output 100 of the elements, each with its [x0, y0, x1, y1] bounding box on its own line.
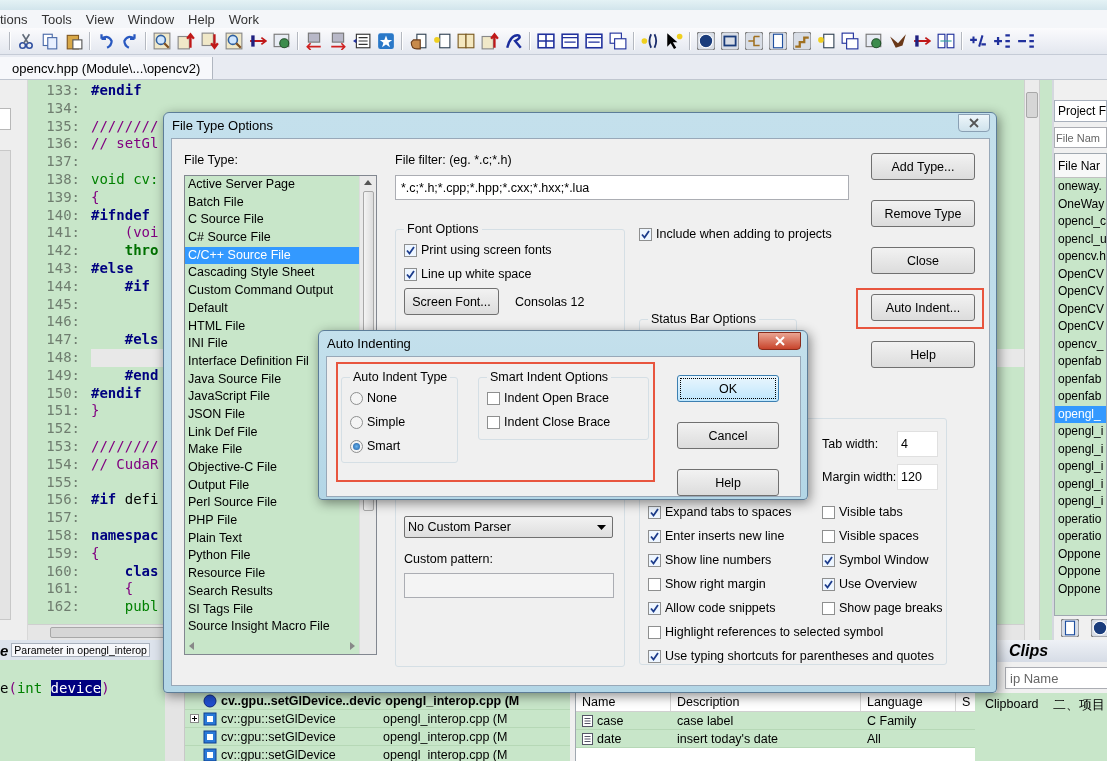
dialog-button[interactable]: Add Type... — [871, 153, 975, 180]
menu-item[interactable]: tions — [0, 11, 28, 27]
document-icon[interactable] — [769, 32, 787, 50]
checkbox[interactable] — [648, 553, 661, 567]
file-item[interactable]: OneWay — [1055, 195, 1106, 213]
clipboard-icon[interactable] — [65, 32, 83, 50]
file-item[interactable]: openfab — [1055, 353, 1106, 371]
checkbox[interactable] — [822, 529, 835, 543]
symbol-name[interactable]: cv::gpu::setGlDevice — [221, 747, 379, 761]
list-item[interactable]: C# Source File — [185, 229, 359, 247]
checkbox[interactable] — [822, 601, 835, 615]
checkbox[interactable] — [404, 243, 417, 257]
plus-list-icon[interactable] — [993, 32, 1011, 50]
file-item[interactable]: Oppone — [1055, 545, 1106, 563]
file-item[interactable]: opencv.h — [1055, 248, 1106, 266]
circle-icon[interactable] — [1091, 619, 1107, 637]
scrollbar[interactable] — [0, 150, 11, 620]
stairs-icon[interactable] — [793, 32, 811, 50]
windows-icon[interactable] — [841, 32, 859, 50]
dialog-button[interactable]: Remove Type — [871, 200, 975, 227]
list-item[interactable]: Default — [185, 299, 359, 318]
file-item[interactable]: OpenCV — [1055, 283, 1106, 301]
clip-name[interactable]: Clipboard — [985, 697, 1053, 761]
list-item[interactable]: Perl Source File — [185, 494, 359, 513]
file-item[interactable]: openfab — [1055, 388, 1106, 406]
dialog-button[interactable]: OK — [677, 375, 779, 402]
redo-icon[interactable] — [121, 32, 139, 50]
window-icon[interactable] — [561, 32, 579, 50]
panel-tab[interactable]: Parameter in opengl_interop — [11, 643, 150, 657]
menu-item[interactable]: Work — [228, 11, 259, 27]
file-item[interactable]: operatio — [1055, 528, 1106, 546]
scrollbar[interactable] — [165, 692, 185, 761]
file-item[interactable]: Oppone — [1055, 580, 1106, 598]
star-icon[interactable] — [377, 32, 395, 50]
margin-width-field[interactable]: 120 — [897, 464, 938, 490]
menu-item[interactable]: Window — [127, 11, 175, 27]
window-icon[interactable] — [585, 32, 603, 50]
radio-button[interactable] — [350, 415, 363, 429]
menu-item[interactable]: View — [85, 11, 114, 27]
tab-width-field[interactable]: 4 — [897, 431, 938, 457]
file-item[interactable]: opengl_i — [1055, 458, 1106, 476]
checkbox[interactable] — [822, 505, 835, 519]
checkbox[interactable] — [648, 601, 661, 615]
filter-field[interactable]: *.c;*.h;*.cpp;*.hpp;*.cxx;*.hxx;*.lua — [395, 175, 849, 200]
page-up-icon[interactable] — [177, 32, 195, 50]
grid-icon[interactable] — [537, 32, 555, 50]
checkbox[interactable] — [648, 529, 661, 543]
search-field[interactable]: File Nam — [1054, 127, 1107, 148]
dialog-button[interactable]: Close — [871, 247, 975, 274]
radio-button[interactable] — [350, 391, 363, 405]
list-item[interactable]: SI Tags File — [185, 600, 359, 619]
frame-icon[interactable] — [721, 32, 739, 50]
file-item[interactable]: opencl_u — [1055, 230, 1106, 248]
book-icon[interactable] — [457, 32, 475, 50]
list-item[interactable]: Cascading Style Sheet — [185, 264, 359, 283]
checkbox[interactable] — [404, 267, 417, 281]
file-item[interactable]: OpenCV — [1055, 265, 1106, 283]
file-item[interactable]: operatio — [1055, 510, 1106, 528]
pointer-icon[interactable] — [665, 32, 683, 50]
list-item[interactable]: Source Insight Macro File — [185, 618, 359, 636]
checkbox[interactable] — [822, 577, 835, 591]
checkbox[interactable] — [487, 391, 500, 405]
checkbox[interactable] — [487, 415, 500, 429]
file-item[interactable]: opencl_c — [1055, 213, 1106, 231]
scrollbar[interactable] — [1024, 80, 1040, 640]
curve-icon[interactable] — [505, 32, 523, 50]
columns-icon[interactable] — [937, 32, 955, 50]
dialog-button[interactable]: Auto Indent... — [871, 294, 975, 321]
left-arrow-icon[interactable] — [189, 641, 195, 650]
symbol-name[interactable]: cv::gpu::setGlDevice — [221, 711, 379, 726]
dialog-button[interactable]: Help — [677, 469, 779, 496]
file-item[interactable]: opengl_i — [1055, 475, 1106, 493]
checkbox[interactable] — [822, 553, 835, 567]
close-button[interactable] — [758, 332, 801, 350]
list-item[interactable]: C Source File — [185, 211, 359, 230]
right-arrow-icon[interactable] — [349, 641, 355, 650]
list-item[interactable]: Active Server Page — [185, 176, 359, 194]
checkbox[interactable] — [648, 625, 661, 639]
list-item[interactable]: Search Results — [185, 582, 359, 601]
radio-button[interactable] — [350, 439, 363, 453]
checkbox[interactable] — [639, 227, 652, 241]
pages-icon[interactable] — [41, 32, 59, 50]
list-item[interactable]: PHP File — [185, 512, 359, 530]
file-item[interactable]: OpenCV — [1055, 318, 1106, 336]
checkbox[interactable] — [648, 505, 661, 519]
menu-item[interactable]: Help — [188, 11, 215, 27]
symbol-name[interactable]: cv::gpu::setGlDevice — [221, 729, 379, 744]
magnifier-icon[interactable] — [225, 32, 243, 50]
checkbox[interactable] — [648, 577, 661, 591]
search-field[interactable]: ip Name — [1005, 667, 1107, 689]
arrows-right-icon[interactable] — [329, 32, 347, 50]
brackets-icon[interactable] — [641, 32, 659, 50]
list-item[interactable]: Batch File — [185, 193, 359, 212]
windows-icon[interactable] — [609, 32, 627, 50]
symbol-name[interactable]: cv..gpu..setGlDevice..devic — [221, 693, 382, 708]
undo-icon[interactable] — [97, 32, 115, 50]
file-item[interactable]: OpenCV — [1055, 300, 1106, 318]
file-item[interactable]: openfab — [1055, 370, 1106, 388]
arrows-left-icon[interactable] — [305, 32, 323, 50]
list-icon[interactable] — [353, 32, 371, 50]
